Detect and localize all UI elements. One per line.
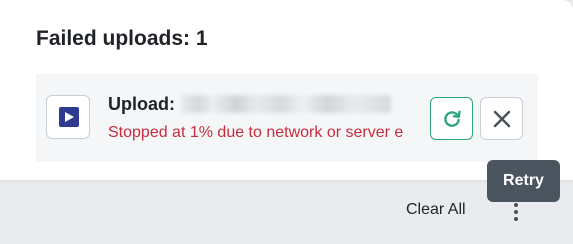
close-icon — [493, 110, 510, 127]
refresh-icon — [443, 110, 461, 127]
redacted-file-name — [181, 95, 391, 113]
retry-button[interactable] — [430, 97, 473, 140]
retry-tooltip: Retry — [487, 160, 560, 202]
play-icon — [59, 107, 79, 127]
failed-uploads-panel: Failed uploads: 1 Upload: Stopped at 1% … — [0, 0, 573, 180]
panel-title: Failed uploads: 1 — [36, 27, 208, 50]
more-vertical-icon[interactable] — [505, 200, 527, 224]
upload-file-name: Upload: — [108, 94, 175, 114]
upload-error-status: Stopped at 1% due to network or server e — [108, 124, 404, 141]
remove-upload-button[interactable] — [480, 97, 523, 140]
upload-item: Upload: Stopped at 1% due to network or … — [36, 74, 538, 162]
clear-all-button[interactable]: Clear All — [406, 201, 466, 219]
video-file-icon — [46, 95, 90, 139]
